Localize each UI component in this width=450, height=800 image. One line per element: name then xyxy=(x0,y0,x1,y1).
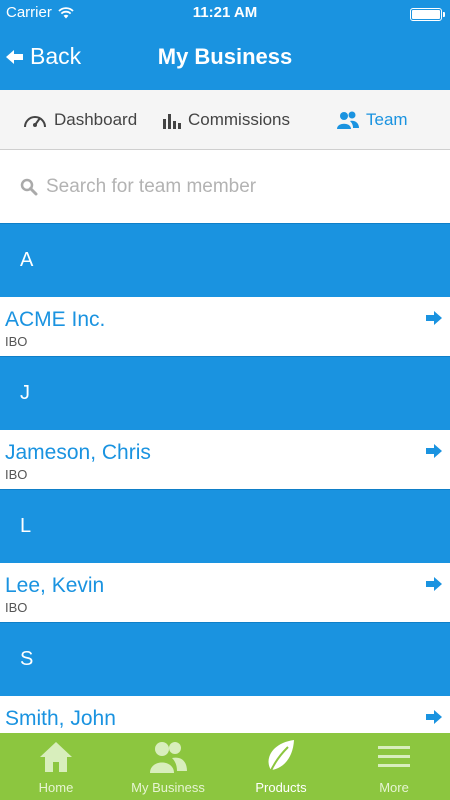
tabbar-label: My Business xyxy=(131,780,205,795)
member-name: Smith, John xyxy=(5,707,116,730)
section-letter: A xyxy=(20,249,34,271)
status-time: 11:21 AM xyxy=(192,4,258,21)
tabbar-more[interactable]: More xyxy=(338,733,450,800)
member-type: IBO xyxy=(5,334,28,349)
tabbar-label: More xyxy=(379,780,409,795)
member-name: Jameson, Chris xyxy=(5,441,151,464)
member-type: IBO xyxy=(5,467,28,482)
list-item[interactable]: Smith, John xyxy=(0,696,450,733)
tab-dashboard[interactable]: Dashboard xyxy=(22,90,137,150)
arrow-right-icon xyxy=(426,311,442,325)
people-icon xyxy=(337,111,359,129)
section-header: S xyxy=(0,622,450,696)
section-header: L xyxy=(0,489,450,563)
leaf-icon xyxy=(268,740,294,774)
tabbar-label: Home xyxy=(38,780,74,795)
bar-chart-icon xyxy=(163,114,181,129)
bottom-tab-bar: Home My Business Products More xyxy=(0,733,450,800)
tab-label: Dashboard xyxy=(54,110,138,129)
people-icon xyxy=(150,742,187,773)
tabbar-products[interactable]: Products xyxy=(225,733,337,800)
member-name: ACME Inc. xyxy=(5,308,106,331)
section-letter: L xyxy=(20,515,32,537)
list-item[interactable]: ACME Inc. IBO xyxy=(0,297,450,356)
arrow-right-icon xyxy=(426,444,442,458)
menu-icon xyxy=(378,746,410,767)
tab-team[interactable]: Team xyxy=(336,90,408,150)
section-header: J xyxy=(0,356,450,430)
arrow-right-icon xyxy=(426,577,442,591)
search-input[interactable] xyxy=(46,175,426,198)
segment-tabs: Dashboard Commissions Team xyxy=(0,90,450,150)
header: Carrier 11:21 AM Back My Business xyxy=(0,0,450,90)
speedometer-icon xyxy=(24,116,46,128)
list-item[interactable]: Lee, Kevin IBO xyxy=(0,563,450,622)
search-bar xyxy=(0,150,450,223)
tabbar-my-business[interactable]: My Business xyxy=(112,733,224,800)
home-icon xyxy=(40,742,72,772)
tabbar-home[interactable]: Home xyxy=(0,733,112,800)
section-letter: S xyxy=(20,648,34,670)
arrow-right-icon xyxy=(426,710,442,724)
search-icon xyxy=(20,178,38,195)
battery-icon xyxy=(410,8,445,21)
tabbar-label: Products xyxy=(255,780,307,795)
member-type: IBO xyxy=(5,600,28,615)
section-letter: J xyxy=(20,382,30,404)
page-title: My Business xyxy=(157,44,293,69)
nav-bar: Back My Business xyxy=(0,26,450,90)
tab-label: Team xyxy=(366,110,408,129)
tab-label: Commissions xyxy=(188,110,291,129)
tab-commissions[interactable]: Commissions xyxy=(162,90,290,150)
list-item[interactable]: Jameson, Chris IBO xyxy=(0,430,450,489)
status-bar: Carrier 11:21 AM xyxy=(0,0,450,26)
team-list: A ACME Inc. IBO J Jameson, Chris IBO L L… xyxy=(0,223,450,733)
member-name: Lee, Kevin xyxy=(5,574,105,597)
section-header: A xyxy=(0,223,450,297)
